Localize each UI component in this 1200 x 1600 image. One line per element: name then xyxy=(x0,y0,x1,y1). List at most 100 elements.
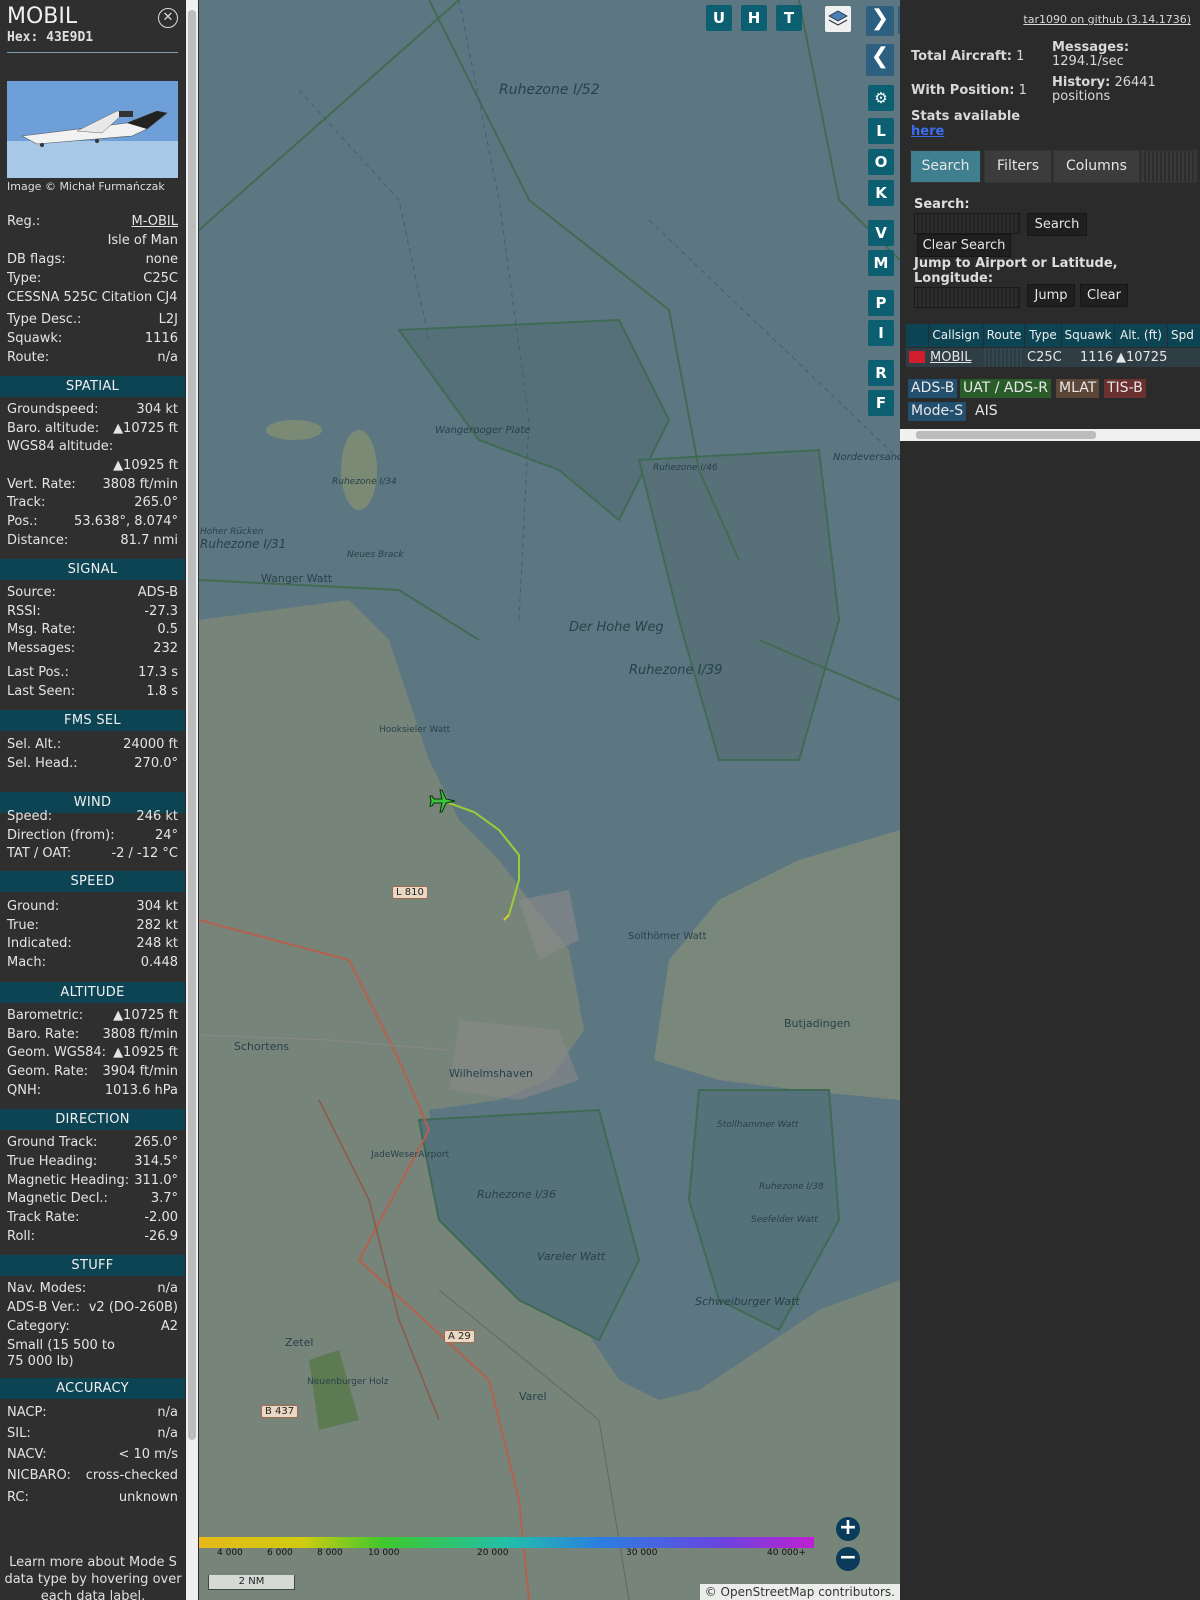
map-button-p[interactable]: P xyxy=(868,290,894,316)
jump-input[interactable] xyxy=(914,287,1020,308)
map-button-v[interactable]: V xyxy=(868,220,894,246)
accuracy-section-header[interactable]: ACCURACY xyxy=(0,1378,185,1399)
column-squawk[interactable]: Squawk xyxy=(1062,324,1115,347)
speed-section-header[interactable]: SPEED xyxy=(0,871,185,892)
aircraft-photo[interactable] xyxy=(7,81,178,178)
direction-section-header[interactable]: DIRECTION xyxy=(0,1109,185,1130)
map-label: Hooksieler Watt xyxy=(379,725,451,735)
tab-search[interactable]: Search xyxy=(910,150,981,183)
info-label: CESSNA 525C Citation CJ4 xyxy=(7,290,178,305)
info-row: Magnetic Decl.: 3.7° xyxy=(7,1190,178,1208)
info-label: Indicated: xyxy=(7,936,72,951)
info-row: Nav. Modes: n/a xyxy=(7,1280,178,1298)
info-label: TAT / OAT: xyxy=(7,846,72,861)
close-icon[interactable]: ✕ xyxy=(158,8,178,28)
zoom-out-button[interactable]: − xyxy=(836,1547,860,1571)
info-value: ▲10725 ft xyxy=(113,421,178,436)
tab-filters[interactable]: Filters xyxy=(984,150,1052,183)
info-label: Speed: xyxy=(7,809,53,824)
jump-button[interactable]: Jump xyxy=(1027,284,1075,307)
column-altitude[interactable]: Alt. (ft) xyxy=(1115,324,1168,347)
map-button-l[interactable]: L xyxy=(868,118,894,144)
layers-button[interactable] xyxy=(825,6,851,32)
search-input[interactable] xyxy=(914,213,1020,234)
column-callsign[interactable]: Callsign xyxy=(929,324,984,347)
collapse-panel-button[interactable]: ❮ xyxy=(866,44,894,76)
fms-section-header[interactable]: FMS SEL xyxy=(0,710,185,731)
stuff-section-header[interactable]: STUFF xyxy=(0,1255,185,1276)
info-label: Type: xyxy=(7,271,42,286)
map-view[interactable]: Ruhezone I/52 Wangerooger Plate Ruhezone I… xyxy=(199,0,900,1600)
map-button-k[interactable]: K xyxy=(868,180,894,206)
info-value: 24000 ft xyxy=(123,737,178,752)
clear-search-button[interactable]: Clear Search xyxy=(917,234,1011,257)
search-button[interactable]: Search xyxy=(1027,213,1087,236)
map-label: Ruhezone I/36 xyxy=(477,1188,557,1201)
map-label: JadeWeserAirport xyxy=(371,1150,450,1160)
info-panel-scrollbar[interactable] xyxy=(186,0,198,1600)
info-row: Magnetic Heading: 311.0° xyxy=(7,1172,178,1190)
map-label: Neues Brack xyxy=(347,550,404,560)
info-value: 3.7° xyxy=(150,1191,178,1206)
info-row: Barometric: ▲10725 ft xyxy=(7,1007,178,1025)
aircraft-marker-icon[interactable] xyxy=(428,786,458,816)
info-label: Source: xyxy=(7,585,57,600)
settings-button[interactable]: ⚙ xyxy=(868,85,894,111)
column-type[interactable]: Type xyxy=(1025,324,1062,347)
table-row[interactable]: MOBIL C25C 1116 ▲10725 xyxy=(906,348,1200,367)
map-button-h[interactable]: H xyxy=(741,5,767,31)
info-value: C25C xyxy=(143,271,178,286)
clear-button[interactable]: Clear xyxy=(1080,284,1128,307)
source-tag-ais[interactable]: AIS xyxy=(972,402,1001,421)
source-tag-tisb[interactable]: TIS-B xyxy=(1104,379,1146,398)
column-route[interactable]: Route xyxy=(984,324,1025,347)
info-value: 270.0° xyxy=(134,756,178,771)
github-link[interactable]: tar1090 on github (3.14.1736) xyxy=(1023,13,1191,26)
signal-section-header[interactable]: SIGNAL xyxy=(0,559,185,580)
altitude-section-header[interactable]: ALTITUDE xyxy=(0,982,185,1003)
map-label: Varel xyxy=(519,1390,547,1403)
map-button-u[interactable]: U xyxy=(706,5,732,31)
map-button-f[interactable]: F xyxy=(868,390,894,416)
image-credit: Image © Michał Furmańczak xyxy=(7,180,165,193)
map-button-m[interactable]: M xyxy=(868,250,894,276)
source-tag-uat[interactable]: UAT / ADS-R xyxy=(960,379,1051,398)
info-value: ▲10925 ft xyxy=(113,1045,178,1060)
table-horizontal-scrollbar[interactable] xyxy=(900,429,1200,441)
zoom-in-button[interactable]: + xyxy=(836,1517,860,1541)
info-label: WGS84 altitude: xyxy=(7,439,114,454)
map-button-r[interactable]: R xyxy=(868,360,894,386)
column-flag[interactable] xyxy=(906,324,929,347)
info-value: 248 kt xyxy=(136,936,178,951)
map-label: Schortens xyxy=(234,1040,290,1053)
map-button-i[interactable]: I xyxy=(868,320,894,346)
tab-extra[interactable] xyxy=(1141,150,1198,183)
info-value: -2 / -12 °C xyxy=(111,846,178,861)
info-row: NACV: < 10 m/s xyxy=(7,1446,178,1464)
altitude-tick-label: 8 000 xyxy=(317,1548,343,1558)
info-row: Geom. Rate: 3904 ft/min xyxy=(7,1063,178,1081)
info-row: Distance: 81.7 nmi xyxy=(7,532,178,550)
spatial-section-header[interactable]: SPATIAL xyxy=(0,376,185,397)
source-tag-mlat[interactable]: MLAT xyxy=(1056,379,1100,398)
map-label: Butjadingen xyxy=(784,1017,851,1030)
map-attribution[interactable]: © OpenStreetMap contributors. xyxy=(699,1584,900,1600)
row-callsign[interactable]: MOBIL xyxy=(930,348,971,367)
source-tag-adsb[interactable]: ADS-B xyxy=(908,379,958,398)
tab-columns[interactable]: Columns xyxy=(1053,150,1140,183)
map-button-o[interactable]: O xyxy=(868,149,894,175)
info-value: n/a xyxy=(157,1281,178,1296)
info-row: Speed: 246 kt xyxy=(7,808,178,826)
column-speed[interactable]: Spd xyxy=(1168,324,1200,347)
chevron-left-icon: ❮ xyxy=(870,44,890,69)
map-button-t[interactable]: T xyxy=(776,5,802,31)
info-label: QNH: xyxy=(7,1083,42,1098)
stats-link[interactable]: here xyxy=(911,124,944,139)
info-label: Roll: xyxy=(7,1229,36,1244)
scrollbar-thumb[interactable] xyxy=(188,10,196,1440)
expand-sidebar-button[interactable]: ❯ xyxy=(866,6,894,36)
info-value[interactable]: M-OBIL xyxy=(132,213,179,231)
scrollbar-thumb[interactable] xyxy=(916,431,1096,439)
info-row: Roll: -26.9 xyxy=(7,1228,178,1246)
source-tag-modes[interactable]: Mode-S xyxy=(908,402,967,421)
